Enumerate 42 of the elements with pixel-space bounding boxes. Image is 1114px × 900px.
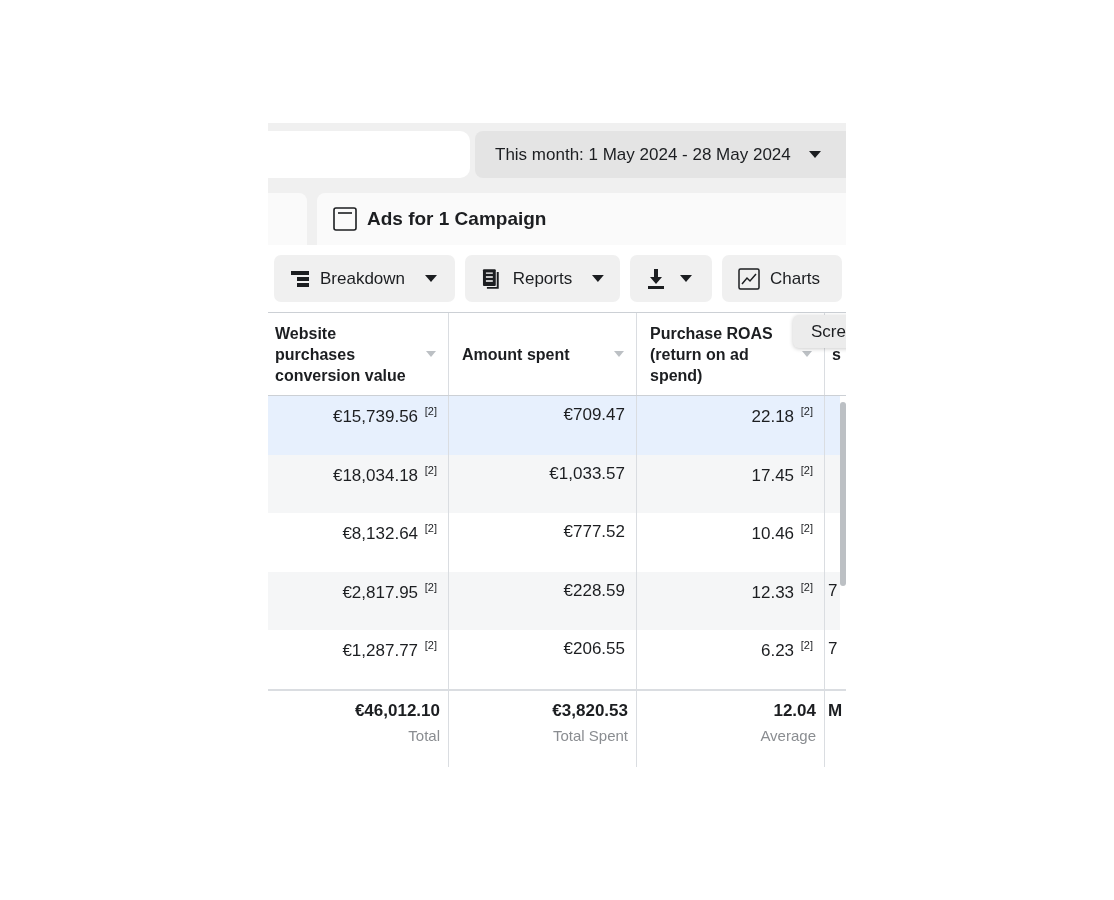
table-row[interactable]: €2,817.95 $^{[2]}$ €228.59 12.33 $^{[2]}$ 7: [268, 571, 840, 631]
charts-button[interactable]: Charts: [722, 255, 842, 302]
breakdown-icon: [290, 268, 310, 289]
table-row[interactable]: €18,034.18 $^{[2]}$ €1,033.57 17.45 $^{[2]}$: [268, 454, 840, 514]
table-cell: 22.18 $^{[2]}$: [751, 405, 813, 427]
table-cell: €228.59: [563, 580, 625, 601]
caret-icon: [808, 150, 821, 159]
tab-title: Ads for 1 Campaign: [367, 208, 547, 230]
download-icon: [646, 267, 666, 290]
total-label: Total Spent: [552, 726, 628, 744]
table-cell: €15,739.56 $^{[2]}$: [332, 405, 437, 427]
tooltip: Scre: [793, 315, 846, 348]
total-value: €46,012.10: [354, 700, 440, 721]
table-cell: 17.45 $^{[2]}$: [751, 463, 813, 486]
table-cell: 7: [828, 639, 838, 660]
line-chart-icon: [738, 267, 760, 290]
export-button[interactable]: [630, 255, 712, 302]
table-cell: 6.23 $^{[2]}$: [760, 639, 813, 662]
table-cell: €18,034.18 $^{[2]}$: [332, 463, 437, 486]
column-header[interactable]: Amount spent: [449, 313, 637, 395]
total-value: 12.04: [773, 700, 816, 721]
total-label: Total: [408, 726, 440, 744]
table-cell: €1,287.77 $^{[2]}$: [342, 639, 437, 662]
table-cell: €709.47: [563, 405, 625, 425]
table-cell: €206.55: [563, 639, 625, 660]
column-header[interactable]: Website purchases conversion value: [268, 313, 449, 395]
breakdown-button[interactable]: Breakdown: [274, 255, 455, 302]
table-row[interactable]: €15,739.56 $^{[2]}$ €709.47 22.18 $^{[2]}$: [268, 396, 840, 455]
table-cell: 12.33 $^{[2]}$: [751, 580, 813, 603]
total-value: €3,820.53: [552, 700, 628, 721]
ad-window-icon: [333, 207, 357, 231]
table-cell: €2,817.95 $^{[2]}$: [342, 580, 437, 603]
scrollbar[interactable]: [840, 402, 846, 586]
total-label: Average: [760, 726, 816, 744]
reports-button[interactable]: Reports: [465, 255, 620, 302]
table-cell: €777.52: [563, 522, 625, 543]
total-value: M: [828, 700, 843, 721]
table-cell: €8,132.64 $^{[2]}$: [342, 522, 437, 544]
table-cell: €1,033.57: [549, 463, 625, 484]
date-range-button[interactable]: This month: 1 May 2024 - 28 May 2024: [475, 131, 846, 178]
table-cell: 7: [828, 580, 838, 601]
table-cell: 10.46 $^{[2]}$: [751, 522, 813, 544]
